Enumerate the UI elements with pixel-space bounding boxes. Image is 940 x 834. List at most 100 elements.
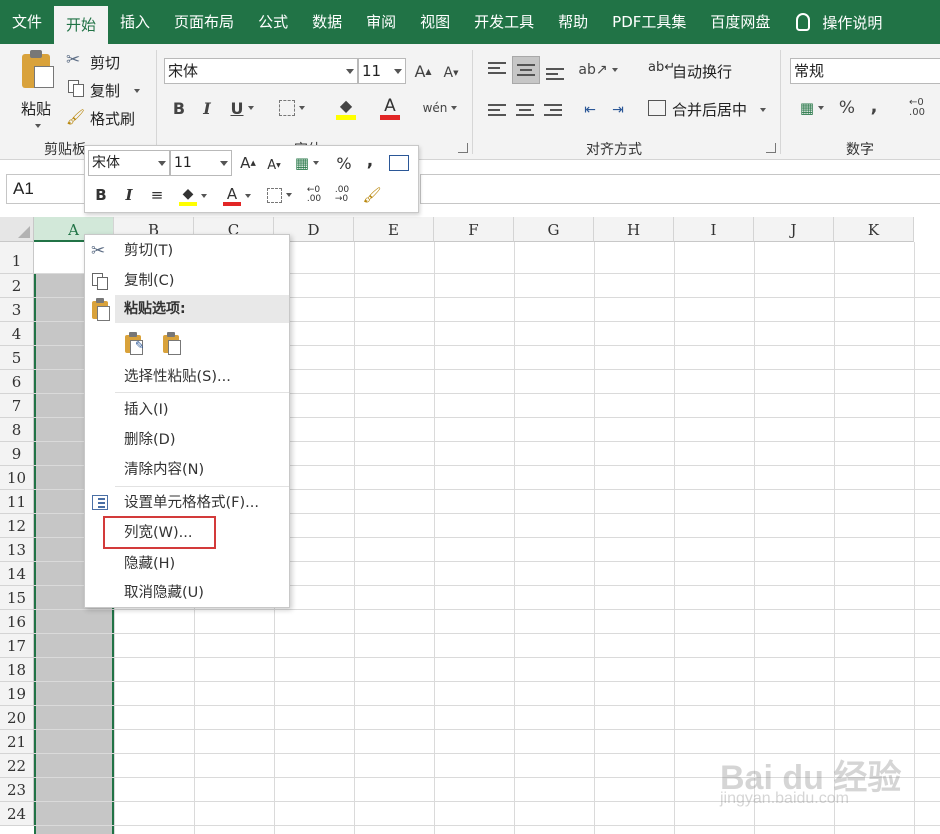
tab-view[interactable]: 视图: [408, 0, 462, 44]
font-dialog-launcher-icon[interactable]: [458, 143, 468, 153]
name-box[interactable]: A1: [6, 174, 86, 204]
column-header-e[interactable]: E: [354, 217, 434, 242]
select-all-button[interactable]: [0, 217, 34, 242]
paste-option-formatting-button[interactable]: ✎: [123, 331, 149, 357]
increase-font-icon[interactable]: A ▲: [237, 152, 259, 174]
percent-icon[interactable]: %: [836, 96, 858, 120]
column-header-g[interactable]: G: [514, 217, 594, 242]
row-header[interactable]: 13: [0, 538, 34, 562]
row-header[interactable]: 6: [0, 370, 34, 394]
row-header[interactable]: 3: [0, 298, 34, 322]
mini-font-name-combo[interactable]: 宋体: [88, 150, 170, 176]
menu-item-clear-contents[interactable]: 清除内容(N): [85, 456, 289, 484]
underline-icon[interactable]: U: [222, 96, 262, 120]
row-header[interactable]: 14: [0, 562, 34, 586]
tab-review[interactable]: 审阅: [354, 0, 408, 44]
tab-data[interactable]: 数据: [300, 0, 354, 44]
copy-button[interactable]: 复制: [66, 78, 146, 102]
accounting-format-icon[interactable]: ▦: [289, 152, 325, 174]
paintbrush-icon[interactable]: 🖌: [361, 184, 383, 206]
bold-icon[interactable]: B: [168, 96, 190, 120]
comma-style-icon[interactable]: ,: [864, 94, 884, 118]
menu-item-paste-special[interactable]: 选择性粘贴(S)...: [85, 363, 289, 391]
menu-item-cut[interactable]: ✂ 剪切(T): [85, 237, 289, 265]
row-header[interactable]: 4: [0, 322, 34, 346]
row-header[interactable]: 19: [0, 682, 34, 706]
decrease-font-icon[interactable]: A ▼: [263, 154, 285, 176]
row-header[interactable]: 5: [0, 346, 34, 370]
column-header-f[interactable]: F: [434, 217, 514, 242]
paste-option-values-button[interactable]: [159, 331, 185, 357]
font-color-icon[interactable]: A: [370, 94, 410, 122]
row-header[interactable]: 2: [0, 274, 34, 298]
increase-indent-icon[interactable]: ⇥: [606, 98, 630, 122]
align-top-icon[interactable]: [488, 62, 506, 77]
italic-icon[interactable]: I: [196, 96, 218, 120]
align-middle-button[interactable]: [512, 56, 540, 84]
decrease-decimal-icon[interactable]: .00 →0: [331, 184, 353, 206]
increase-font-icon[interactable]: A ▲: [412, 60, 434, 82]
align-right-icon[interactable]: [544, 104, 562, 119]
menu-item-insert[interactable]: 插入(I): [85, 396, 289, 424]
row-header[interactable]: 7: [0, 394, 34, 418]
align-left-icon[interactable]: [488, 104, 506, 119]
row-header[interactable]: 23: [0, 778, 34, 802]
fill-color-icon[interactable]: ◆: [326, 94, 366, 122]
increase-decimal-icon[interactable]: ←0.00: [303, 184, 325, 206]
row-header[interactable]: 1: [0, 242, 34, 274]
column-header-h[interactable]: H: [594, 217, 674, 242]
row-header[interactable]: 9: [0, 442, 34, 466]
italic-icon[interactable]: I: [119, 184, 139, 206]
tell-me-box[interactable]: 操作说明: [796, 12, 882, 33]
accounting-format-icon[interactable]: ▦: [792, 96, 832, 120]
row-header[interactable]: 24: [0, 802, 34, 826]
comma-style-icon[interactable]: ,: [361, 150, 379, 172]
column-header-k[interactable]: K: [834, 217, 914, 242]
menu-item-hide[interactable]: 隐藏(H): [85, 550, 289, 578]
row-header[interactable]: 15: [0, 586, 34, 610]
decrease-indent-icon[interactable]: ⇤: [578, 98, 602, 122]
tab-pdf-tools[interactable]: PDF工具集: [600, 0, 698, 44]
font-size-combo[interactable]: 11: [358, 58, 406, 84]
mini-font-size-combo[interactable]: 11: [170, 150, 232, 176]
wrap-text-button[interactable]: ab↵ 自动换行: [648, 58, 758, 84]
row-header[interactable]: 16: [0, 610, 34, 634]
fill-color-icon[interactable]: ◆: [173, 182, 213, 210]
menu-item-delete[interactable]: 删除(D): [85, 426, 289, 454]
increase-decimal-icon[interactable]: ←0.00: [902, 96, 932, 120]
font-color-icon[interactable]: A: [217, 182, 257, 210]
tab-file[interactable]: 文件: [0, 0, 54, 44]
row-header[interactable]: 12: [0, 514, 34, 538]
font-name-combo[interactable]: 宋体: [164, 58, 358, 84]
phonetic-icon[interactable]: wén: [420, 96, 460, 120]
merge-center-button[interactable]: 合并后居中: [648, 96, 770, 122]
alignment-dialog-launcher-icon[interactable]: [766, 143, 776, 153]
align-center-icon[interactable]: ≡: [145, 184, 169, 206]
row-header[interactable]: 22: [0, 754, 34, 778]
cut-button[interactable]: ✂ 剪切: [66, 50, 136, 74]
merge-center-icon[interactable]: [387, 152, 411, 174]
tab-developer[interactable]: 开发工具: [462, 0, 546, 44]
menu-item-unhide[interactable]: 取消隐藏(U): [85, 579, 289, 607]
menu-item-copy[interactable]: 复制(C): [85, 267, 289, 295]
decrease-font-icon[interactable]: A ▼: [440, 62, 462, 84]
row-header[interactable]: 18: [0, 658, 34, 682]
tab-baidu-netdisk[interactable]: 百度网盘: [698, 0, 782, 44]
border-icon[interactable]: [261, 184, 297, 206]
menu-item-format-cells[interactable]: 设置单元格格式(F)...: [85, 489, 289, 517]
format-painter-button[interactable]: 🖌 格式刷: [66, 106, 146, 130]
tab-page-layout[interactable]: 页面布局: [162, 0, 246, 44]
number-format-combo[interactable]: 常规: [790, 58, 940, 84]
formula-bar[interactable]: [420, 174, 940, 204]
align-center-icon[interactable]: [516, 104, 534, 119]
tab-home[interactable]: 开始: [54, 6, 109, 44]
orientation-icon[interactable]: ab↗: [578, 58, 618, 82]
row-header[interactable]: 21: [0, 730, 34, 754]
row-header[interactable]: 8: [0, 418, 34, 442]
percent-icon[interactable]: %: [333, 152, 355, 174]
border-icon[interactable]: [272, 96, 312, 120]
tab-formulas[interactable]: 公式: [246, 0, 300, 44]
bold-icon[interactable]: B: [91, 184, 111, 206]
row-header[interactable]: 17: [0, 634, 34, 658]
row-header[interactable]: 10: [0, 466, 34, 490]
